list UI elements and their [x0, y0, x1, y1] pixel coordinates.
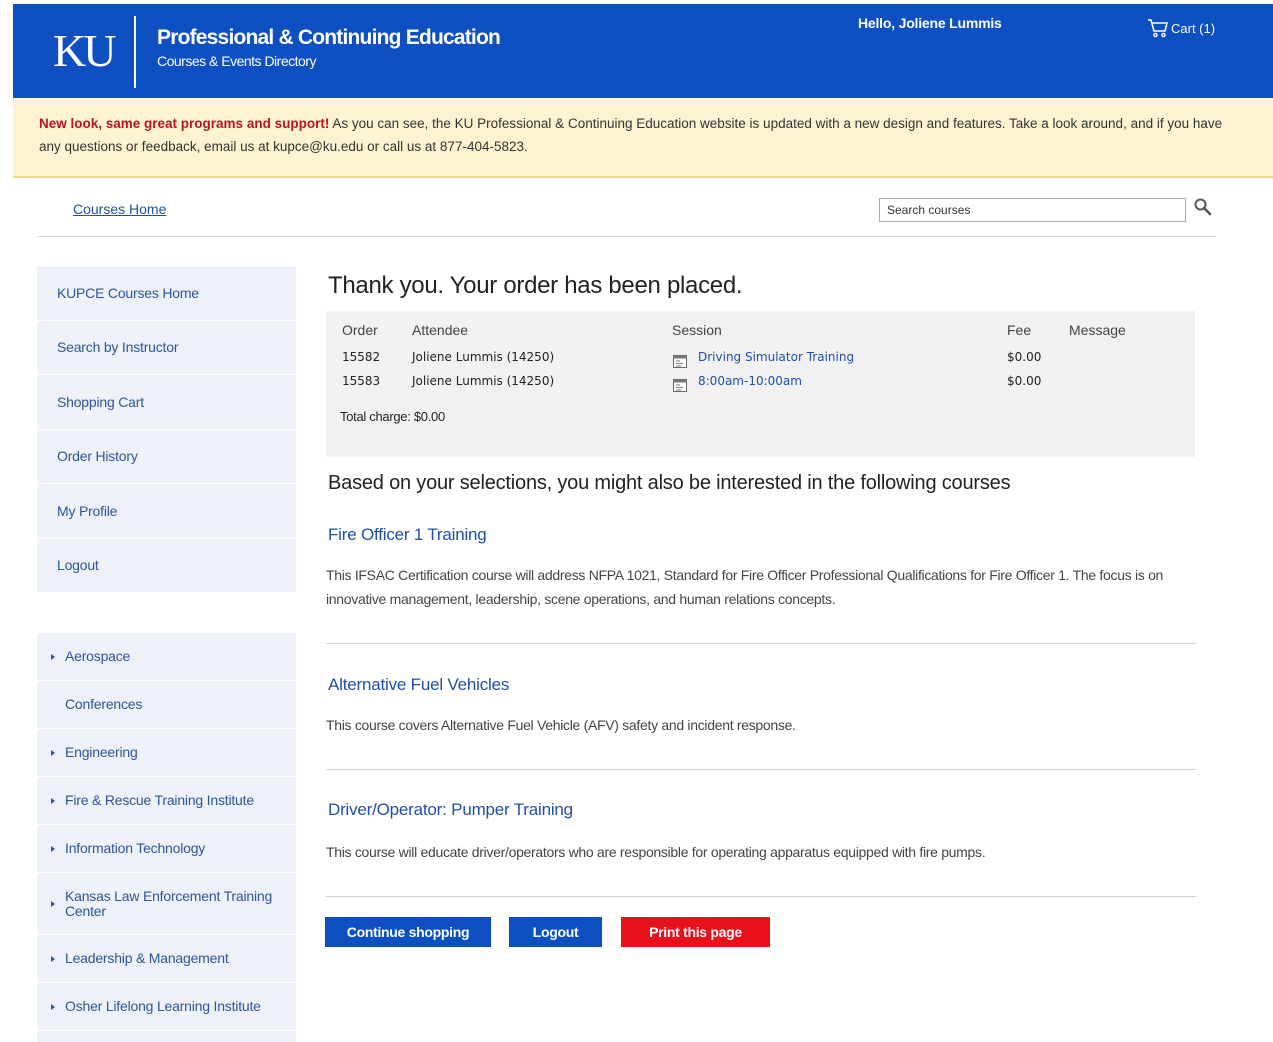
- announcement-highlight: New look, same great programs and suppor…: [39, 116, 330, 131]
- order-number: 15582: [342, 350, 381, 364]
- page-title: Thank you. Your order has been placed.: [328, 272, 743, 299]
- expand-arrow-icon: [51, 749, 65, 756]
- site-header: KU Professional & Continuing Education C…: [13, 4, 1273, 98]
- column-header-session: Session: [672, 322, 722, 338]
- category-label: Osher Lifelong Learning Institute: [65, 998, 261, 1014]
- cart-label: Cart (1): [1171, 20, 1216, 36]
- order-number: 15583: [342, 374, 381, 388]
- nav-item-my-profile[interactable]: My Profile: [37, 484, 296, 539]
- print-page-button[interactable]: Print this page: [621, 917, 770, 947]
- course-description: This course covers Alternative Fuel Vehi…: [326, 717, 796, 733]
- cart-link[interactable]: Cart (1): [1147, 18, 1215, 38]
- calendar-icon: [672, 377, 688, 393]
- order-summary-table: Order Attendee Session Fee Message 15582…: [326, 311, 1195, 457]
- expand-arrow-icon: [51, 653, 65, 660]
- ku-logo[interactable]: KU: [53, 26, 116, 76]
- category-item-conferences[interactable]: Conferences: [37, 681, 296, 729]
- fee-value: $0.00: [1007, 374, 1042, 388]
- category-item-osher[interactable]: Osher Lifelong Learning Institute: [37, 983, 296, 1031]
- continue-shopping-button[interactable]: Continue shopping: [325, 917, 491, 947]
- breadcrumb-courses-home[interactable]: Courses Home: [73, 201, 166, 217]
- total-charge: Total charge: $0.00: [340, 409, 445, 424]
- category-nav: Aerospace Conferences Engineering Fire &…: [37, 633, 296, 1042]
- search-icon[interactable]: [1193, 197, 1213, 217]
- expand-arrow-icon: [51, 845, 65, 852]
- category-label: Kansas Law Enforcement Training Center: [65, 887, 273, 919]
- session-link[interactable]: 8:00am-10:00am: [698, 374, 802, 388]
- category-item-law-enforcement[interactable]: Kansas Law Enforcement Training Center: [37, 873, 296, 935]
- course-description: This IFSAC Certification course will add…: [326, 567, 1164, 607]
- column-header-attendee: Attendee: [412, 322, 469, 338]
- category-item-information-technology[interactable]: Information Technology: [37, 825, 296, 873]
- nav-item-search-by-instructor[interactable]: Search by Instructor: [37, 321, 296, 375]
- cart-icon: [1147, 18, 1169, 38]
- category-label: Aerospace: [65, 648, 131, 664]
- course-divider: [326, 896, 1196, 897]
- category-label: Engineering: [65, 744, 138, 760]
- course-title-link[interactable]: Fire Officer 1 Training: [328, 525, 487, 545]
- course-description: This course will educate driver/operator…: [326, 844, 986, 860]
- attendee-name: Joliene Lummis (14250): [412, 350, 555, 364]
- course-divider: [326, 643, 1196, 644]
- announcement-banner: New look, same great programs and suppor…: [13, 98, 1273, 178]
- header-divider: [37, 236, 1216, 237]
- user-greeting: Hello, Joliene Lummis: [858, 15, 1002, 31]
- nav-item-logout[interactable]: Logout: [37, 539, 296, 593]
- column-header-message: Message: [1069, 322, 1126, 338]
- account-nav: KUPCE Courses Home Search by Instructor …: [37, 266, 296, 593]
- category-item-leadership[interactable]: Leadership & Management: [37, 935, 296, 983]
- calendar-icon: [672, 353, 688, 369]
- recommendations-heading: Based on your selections, you might also…: [328, 472, 1011, 494]
- attendee-name: Joliene Lummis (14250): [412, 374, 555, 388]
- course-title-link[interactable]: Alternative Fuel Vehicles: [328, 675, 509, 695]
- logout-button[interactable]: Logout: [509, 917, 602, 947]
- column-header-order: Order: [342, 322, 378, 338]
- category-item-engineering[interactable]: Engineering: [37, 729, 296, 777]
- nav-item-courses-home[interactable]: KUPCE Courses Home: [37, 266, 296, 321]
- expand-arrow-icon: [51, 900, 65, 907]
- nav-item-order-history[interactable]: Order History: [37, 430, 296, 484]
- expand-arrow-icon: [51, 797, 65, 804]
- expand-arrow-icon: [51, 1003, 65, 1010]
- expand-arrow-icon: [51, 955, 65, 962]
- category-label: Fire & Rescue Training Institute: [65, 792, 254, 808]
- nav-item-shopping-cart[interactable]: Shopping Cart: [37, 375, 296, 430]
- course-title-link[interactable]: Driver/Operator: Pumper Training: [328, 800, 573, 820]
- site-title[interactable]: Professional & Continuing Education: [157, 26, 501, 50]
- course-divider: [326, 769, 1196, 770]
- category-item-fire-rescue[interactable]: Fire & Rescue Training Institute: [37, 777, 296, 825]
- category-label: Conferences: [65, 696, 143, 712]
- category-item-aerospace[interactable]: Aerospace: [37, 633, 296, 681]
- session-link[interactable]: Driving Simulator Training: [698, 350, 854, 364]
- category-label: Information Technology: [65, 840, 206, 856]
- site-subtitle: Courses & Events Directory: [157, 53, 316, 69]
- search-input[interactable]: [879, 198, 1186, 222]
- logo-divider: [134, 16, 136, 88]
- fee-value: $0.00: [1007, 350, 1042, 364]
- category-label: Leadership & Management: [65, 950, 229, 966]
- column-header-fee: Fee: [1007, 322, 1032, 338]
